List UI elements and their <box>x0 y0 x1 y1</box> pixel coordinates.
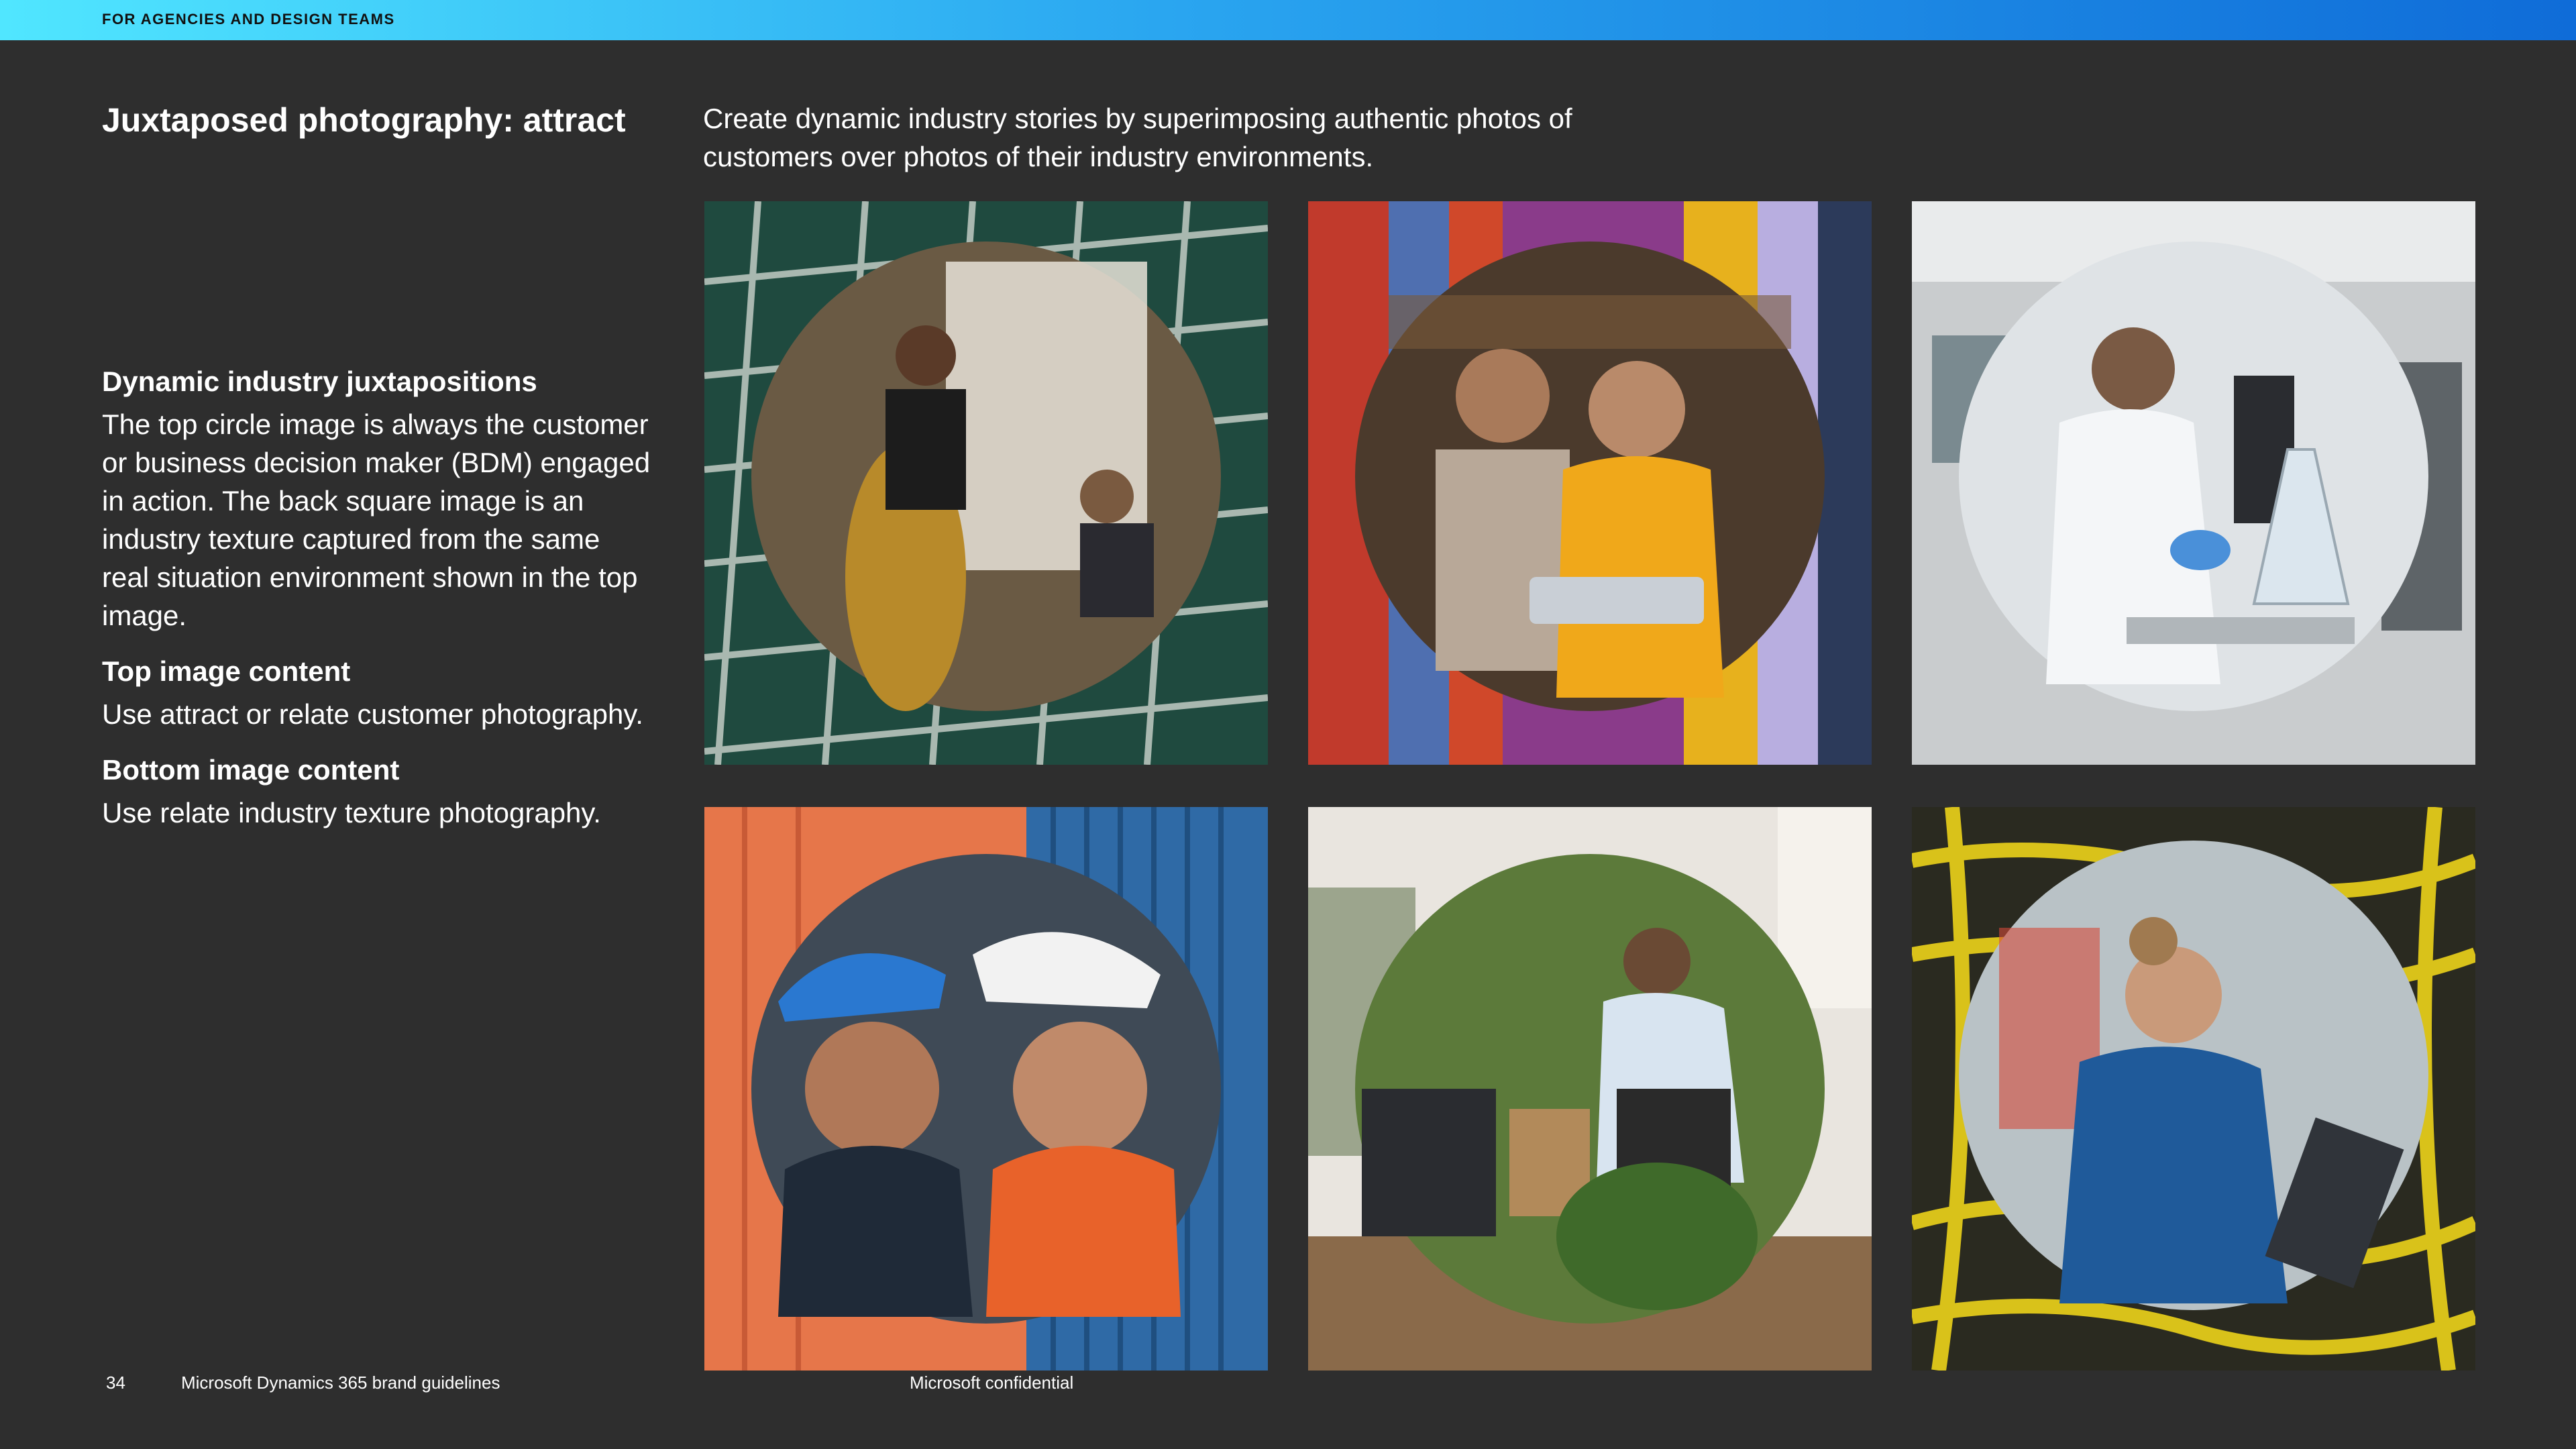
cafe-delivery-photo <box>1308 807 1872 1371</box>
section-heading: Dynamic industry juxtapositions <box>102 366 537 397</box>
intro-text: Create dynamic industry stories by super… <box>703 103 1572 172</box>
top-banner: FOR AGENCIES AND DESIGN TEAMS <box>0 0 2576 40</box>
office-meeting-photo <box>704 201 1268 765</box>
section-top-image-content: Top image content Use attract or relate … <box>102 652 652 733</box>
audience-label: FOR AGENCIES AND DESIGN TEAMS <box>102 11 395 28</box>
page-title: Juxtaposed photography: attract <box>102 101 626 139</box>
section-body: The top circle image is always the custo… <box>102 409 651 631</box>
confidential-label: Microsoft confidential <box>910 1373 1074 1393</box>
section-body: Use attract or relate customer photograp… <box>102 698 643 730</box>
fabric-store-photo <box>1308 201 1872 765</box>
shipping-containers-photo <box>704 807 1268 1371</box>
section-dynamic-juxtapositions: Dynamic industry juxtapositions The top … <box>102 362 652 635</box>
section-bottom-image-content: Bottom image content Use relate industry… <box>102 751 652 832</box>
page-number: 34 <box>106 1373 125 1393</box>
cable-technician-photo <box>1912 807 2475 1371</box>
section-heading: Top image content <box>102 655 351 687</box>
lab-scientist-photo <box>1912 201 2475 765</box>
guidelines-column: Dynamic industry juxtapositions The top … <box>102 362 652 849</box>
footer-brand: Microsoft Dynamics 365 brand guidelines <box>181 1373 500 1393</box>
section-body: Use relate industry texture photography. <box>102 797 601 828</box>
section-heading: Bottom image content <box>102 754 400 786</box>
